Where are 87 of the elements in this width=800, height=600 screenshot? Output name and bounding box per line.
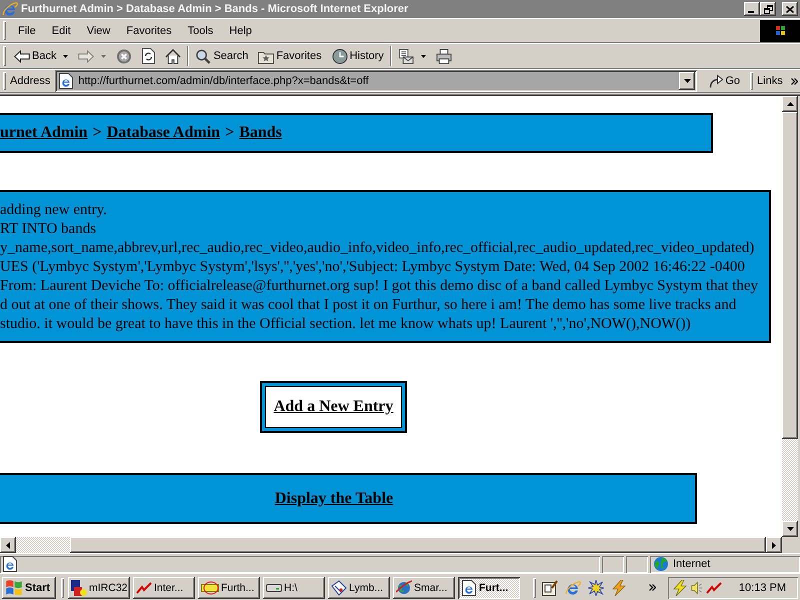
menu-item[interactable]: View [78, 24, 118, 36]
status-panel [626, 556, 648, 572]
history-icon [332, 48, 348, 64]
zigzag-icon [136, 582, 152, 594]
speaker-icon[interactable] [691, 580, 703, 594]
printer-icon [436, 48, 452, 64]
menu-item[interactable]: Tools [180, 24, 222, 36]
mail-icon [398, 48, 414, 64]
message-line: adding new entry. [0, 201, 107, 220]
down-arrow-icon [684, 79, 691, 83]
scroll-up-button[interactable] [782, 96, 798, 112]
message-line: d out at one of their shows. They said it was cool that I post it on Furthur, so here i am! The demo has some live tracks and [0, 296, 736, 315]
right-arrow-icon [772, 542, 776, 548]
taskbar-button[interactable]: mIRC32 [68, 576, 130, 598]
taskbar-button[interactable]: Inter... [133, 576, 195, 598]
menu-item[interactable]: Favorites [118, 24, 180, 36]
add-entry-button[interactable]: Add a New Entry [260, 381, 407, 433]
display-table-link[interactable]: Display the Table [274, 490, 394, 508]
lightning-icon[interactable] [611, 580, 627, 596]
windows-flag-icon [6, 580, 22, 595]
close-button[interactable] [782, 2, 798, 16]
tag-icon [201, 580, 219, 594]
status-panel [602, 556, 624, 572]
taskbar-button[interactable]: Furt... [458, 576, 520, 598]
restore-icon [764, 4, 772, 14]
package-icon [331, 580, 347, 596]
scroll-down-button[interactable] [782, 521, 798, 537]
ie-page-icon [58, 73, 74, 89]
lightning-icon[interactable] [672, 580, 688, 596]
up-arrow-icon [786, 102, 794, 106]
breadcrumb-link[interactable]: Database Admin [106, 124, 220, 142]
caret-icon [63, 54, 68, 58]
home-icon [165, 48, 182, 64]
breadcrumb-separator: > [92, 124, 102, 142]
close-icon [786, 6, 794, 12]
burst-icon[interactable] [588, 580, 604, 596]
flag-logo-icon [760, 20, 800, 42]
ie-logo-icon[interactable] [565, 580, 581, 596]
down-arrow-icon [786, 527, 794, 531]
message-line: y_name,sort_name,abbrev,url,rec_audio,rec_video,audio_info,video_info,rec_official,rec_audio_updated,rec_video_updated) [0, 239, 754, 258]
message-line: From: Laurent Deviche To: officialrelease@furthurnet.org sup! I got this demo disc of a band called Lymbyc Systym that they [0, 277, 758, 296]
drive-icon [266, 584, 282, 592]
vertical-scrollbar[interactable] [782, 96, 798, 537]
app-blocks-icon [71, 580, 87, 596]
zone-label: Internet [673, 558, 710, 570]
taskbar-button[interactable]: Smar... [393, 576, 455, 598]
ie-page-icon [461, 580, 477, 596]
globe-icon [654, 557, 668, 571]
scrollbar-thumb[interactable] [782, 112, 798, 439]
minimize-icon [748, 11, 754, 13]
address-field[interactable]: http://furthurnet.com/admin/db/interface.php?x=bands&t=off [55, 70, 698, 92]
breadcrumb-link[interactable]: Bands [239, 124, 282, 142]
caret-icon [101, 54, 106, 58]
chevron-icon [790, 78, 798, 84]
chevron-icon[interactable] [649, 584, 656, 591]
dropdown-button[interactable] [679, 72, 696, 90]
menu-item[interactable]: Help [221, 24, 260, 36]
breadcrumb-separator: > [225, 124, 234, 142]
minimize-button[interactable] [744, 2, 760, 16]
taskbar-button[interactable]: Lymb... [328, 576, 390, 598]
search-icon [195, 48, 212, 64]
caret-icon [420, 54, 426, 58]
stop-icon [116, 48, 132, 64]
taskbar-button[interactable]: H:\ [263, 576, 325, 598]
ie-logo-icon [2, 1, 18, 17]
message-line: UES ('Lymbyc Systym','Lymbyc Systym','lsys','','yes','no','Subject: Lymbyc Systym Date: Wed, 04 Sep 2002 16:46:22 -0400 [0, 258, 745, 277]
taskbar-button[interactable]: Furth... [198, 576, 260, 598]
clock: 10:13 PM [738, 582, 786, 594]
left-arrow-icon [6, 542, 10, 548]
scroll-left-button[interactable] [0, 537, 16, 553]
message-line: RT INTO bands [0, 220, 96, 239]
address-label: Address [10, 75, 50, 87]
breadcrumb-link[interactable]: urnet Admin [0, 124, 88, 142]
restore-button[interactable] [760, 2, 776, 16]
refresh-icon [142, 48, 156, 64]
globe-icon [396, 580, 412, 596]
start-button[interactable]: Start [2, 576, 56, 598]
back-arrow-icon [14, 48, 30, 64]
menu-item[interactable]: Edit [44, 24, 79, 36]
desktop-icon[interactable] [542, 580, 558, 596]
go-arrow-icon [709, 74, 724, 88]
scroll-right-button[interactable] [766, 537, 782, 553]
message-line: studio. it would be great to have this in the Official section. let me know whats up! Laurent ','','no',NOW(),NOW()) [0, 315, 691, 334]
zigzag-icon[interactable] [706, 582, 722, 594]
menu-item[interactable]: File [10, 24, 44, 36]
forward-arrow-icon [78, 48, 94, 64]
window-title: Furthurnet Admin > Database Admin > Bands - Microsoft Internet Explorer [21, 3, 408, 15]
